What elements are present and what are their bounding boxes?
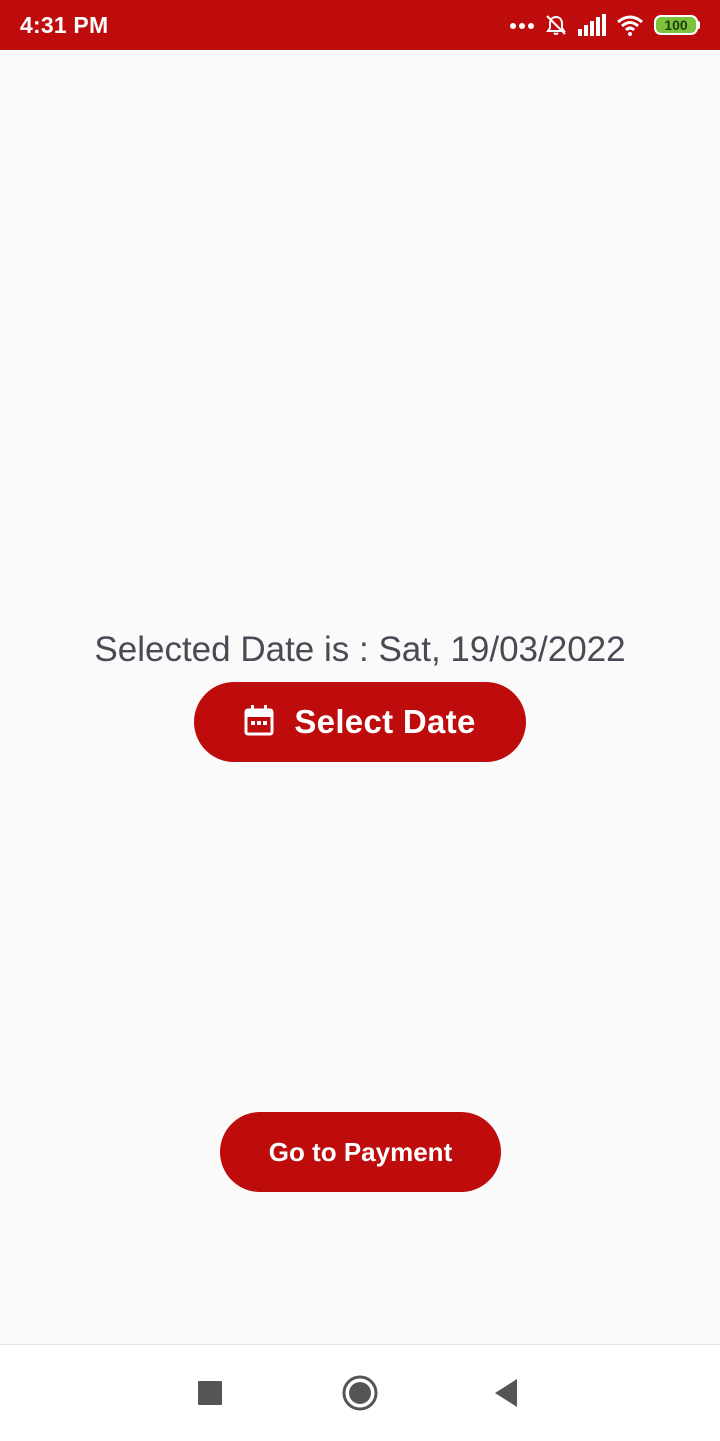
- back-triangle-icon[interactable]: [486, 1373, 526, 1413]
- select-date-label: Select Date: [294, 703, 476, 740]
- battery-icon: 100: [654, 15, 700, 35]
- home-circle-icon[interactable]: [340, 1373, 380, 1413]
- battery-level: 100: [664, 17, 688, 33]
- status-icons: 100: [510, 12, 700, 38]
- navigation-bar: [0, 1344, 720, 1441]
- recents-square-icon[interactable]: [190, 1373, 230, 1413]
- alarm-off-icon: [544, 13, 568, 37]
- calendar-icon: [244, 704, 274, 741]
- status-bar: 4:31 PM 100: [0, 0, 720, 50]
- selected-date-text: Selected Date is : Sat, 19/03/2022: [94, 630, 626, 669]
- signal-icon: [578, 14, 606, 36]
- status-time: 4:31 PM: [20, 12, 109, 38]
- go-to-payment-button[interactable]: Go to Payment: [220, 1112, 501, 1192]
- wifi-icon: [616, 14, 644, 36]
- more-dots-icon: [510, 21, 534, 29]
- select-date-button[interactable]: Select Date: [194, 682, 526, 762]
